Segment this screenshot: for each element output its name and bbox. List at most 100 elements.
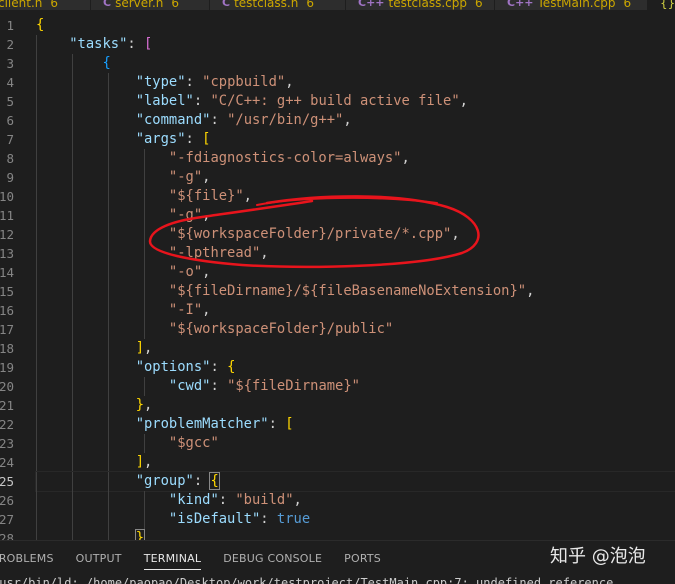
indent-guide bbox=[144, 491, 145, 510]
colon: : bbox=[268, 416, 286, 432]
json-string: "-g" bbox=[168, 169, 203, 185]
json-key: "problemMatcher" bbox=[135, 416, 269, 432]
code-line: } bbox=[36, 529, 675, 540]
indent-guide bbox=[36, 130, 37, 149]
indent-guide bbox=[72, 244, 73, 263]
json-string: "${file}" bbox=[168, 188, 244, 204]
code-line: "-lpthread", bbox=[36, 244, 675, 263]
code-line: "-g", bbox=[36, 206, 675, 225]
brace: { bbox=[227, 359, 236, 375]
colon: : bbox=[127, 36, 145, 52]
indent-guide bbox=[108, 282, 109, 301]
problem-count-badge: 6 bbox=[306, 0, 314, 10]
tab-problems[interactable]: PROBLEMS bbox=[0, 552, 54, 570]
indent-guide bbox=[72, 491, 73, 510]
comma: , bbox=[144, 340, 153, 356]
code-line: ], bbox=[36, 339, 675, 358]
indent-guide bbox=[36, 377, 37, 396]
brace: { bbox=[102, 55, 111, 71]
c-file-icon: C bbox=[103, 0, 112, 9]
indent-guide bbox=[72, 54, 73, 73]
indent-guide bbox=[108, 111, 109, 130]
line-number: 28 bbox=[0, 531, 14, 540]
indent-guide bbox=[36, 339, 37, 358]
json-string: "$gcc" bbox=[168, 435, 219, 451]
line-number: 11 bbox=[0, 208, 14, 223]
json-string: "${fileDirname}" bbox=[227, 378, 360, 394]
code-line-current: "group": { bbox=[35, 471, 675, 492]
indent-guide bbox=[36, 301, 37, 320]
indent-guide bbox=[108, 92, 109, 111]
line-number: 15 bbox=[0, 284, 14, 299]
comma: , bbox=[144, 454, 153, 470]
line-number: 10 bbox=[0, 189, 14, 204]
cpp-file-icon: C++ bbox=[507, 0, 534, 9]
indent-guide bbox=[108, 453, 109, 472]
indent-guide bbox=[36, 225, 37, 244]
comma: , bbox=[526, 283, 535, 299]
bracket: [ bbox=[202, 131, 211, 147]
indent-guide bbox=[36, 92, 37, 111]
indent-guide bbox=[108, 358, 109, 377]
indent-guide bbox=[72, 320, 73, 339]
indent-guide bbox=[72, 529, 73, 540]
tab-output[interactable]: OUTPUT bbox=[76, 552, 122, 570]
json-key: "options" bbox=[135, 359, 211, 375]
comma: , bbox=[144, 397, 153, 413]
code-line: "problemMatcher": [ bbox=[36, 415, 675, 434]
indent-guide bbox=[36, 510, 37, 529]
comma: , bbox=[459, 93, 468, 109]
bottom-panel: PROBLEMS OUTPUT TERMINAL DEBUG CONSOLE P… bbox=[0, 540, 675, 584]
code-line: "$gcc" bbox=[36, 434, 675, 453]
brace-match-highlight: { bbox=[209, 472, 220, 490]
indent-guide bbox=[108, 263, 109, 282]
bracket: [ bbox=[285, 416, 294, 432]
comma: , bbox=[401, 150, 410, 166]
line-number: 7 bbox=[6, 132, 14, 147]
code-line: "-fdiagnostics-color=always", bbox=[36, 149, 675, 168]
code-line: "${workspaceFolder}/public" bbox=[36, 320, 675, 339]
json-string: "-lpthread" bbox=[168, 245, 261, 261]
code-editor[interactable]: 1 2 3 4 5 6 7 8 9 10 11 12 13 14 15 16 1… bbox=[0, 10, 675, 540]
json-key: "type" bbox=[135, 74, 186, 90]
colon: : bbox=[193, 473, 211, 489]
code-line: "cwd": "${fileDirname}" bbox=[36, 377, 675, 396]
indent-guide bbox=[36, 415, 37, 434]
indent-guide bbox=[36, 111, 37, 130]
code-line: "options": { bbox=[36, 358, 675, 377]
indent-guide bbox=[108, 301, 109, 320]
problem-count-badge: 6 bbox=[50, 0, 59, 10]
indent-guide bbox=[144, 320, 145, 339]
tab-testclass-h[interactable]: C testclass.h 6 bbox=[210, 0, 346, 10]
comma: , bbox=[285, 74, 294, 90]
tab-server-h[interactable]: C server.h 6 bbox=[91, 0, 210, 10]
tab-terminal[interactable]: TERMINAL bbox=[143, 552, 202, 570]
indent-guide bbox=[144, 244, 145, 263]
tab-testclass-cpp[interactable]: C++ testclass.cpp 6 bbox=[346, 0, 495, 10]
json-string: "C/C++: g++ build active file" bbox=[210, 93, 460, 109]
tab-label: client.h bbox=[0, 0, 43, 10]
line-number: 23 bbox=[0, 436, 14, 451]
comma: , bbox=[293, 492, 302, 508]
indent-guide bbox=[36, 149, 37, 168]
tab-client-h[interactable]: client.h 6 bbox=[0, 0, 91, 10]
line-number: 24 bbox=[0, 455, 14, 470]
json-string: "build" bbox=[235, 492, 294, 508]
line-number: 2 bbox=[6, 37, 14, 52]
editor-tab-bar: client.h 6 C server.h 6 C testclass.h 6 … bbox=[0, 0, 675, 10]
indent-guide bbox=[108, 244, 109, 263]
indent-guide bbox=[36, 282, 37, 301]
tab-testmain-cpp[interactable]: C++ TestMain.cpp 6 bbox=[495, 0, 648, 10]
bracket: [ bbox=[144, 36, 153, 52]
indent-guide bbox=[108, 149, 109, 168]
indent-guide bbox=[108, 415, 109, 434]
indent-guide bbox=[36, 244, 37, 263]
indent-guide bbox=[72, 301, 73, 320]
line-number: 20 bbox=[0, 379, 14, 394]
tab-ports[interactable]: PORTS bbox=[344, 552, 381, 570]
tab-tasks-json[interactable]: {} bbox=[648, 0, 675, 10]
zhihu-watermark: 知乎 @泡泡 bbox=[550, 546, 646, 567]
code-line: "args": [ bbox=[36, 130, 675, 149]
json-string: "${workspaceFolder}/public" bbox=[168, 321, 394, 337]
tab-debug-console[interactable]: DEBUG CONSOLE bbox=[223, 552, 322, 570]
